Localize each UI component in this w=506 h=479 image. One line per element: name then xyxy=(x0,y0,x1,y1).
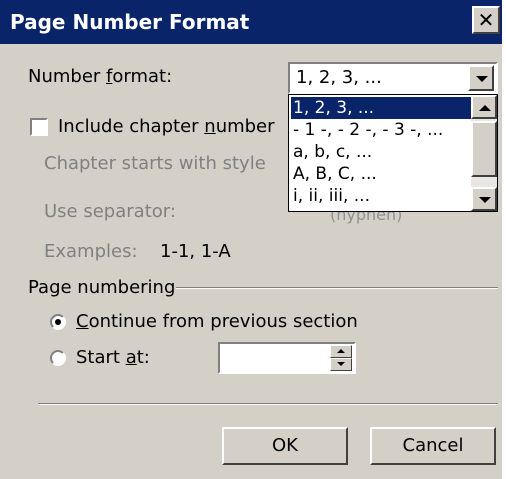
close-button[interactable]: ✕ xyxy=(472,6,500,34)
start-at-spinner[interactable] xyxy=(218,342,356,374)
chapter-style-label: Chapter starts with style xyxy=(44,153,266,174)
scroll-down-button[interactable] xyxy=(471,187,497,211)
close-icon: ✕ xyxy=(477,8,495,32)
page-numbering-group-label: Page numbering xyxy=(28,277,176,298)
radio-selected-dot xyxy=(55,319,61,325)
cancel-button[interactable]: Cancel xyxy=(370,427,496,465)
dropdown-button[interactable] xyxy=(468,65,494,91)
page-number-format-dialog: Page Number Format ✕ Number format: 1, 2… xyxy=(0,0,506,479)
scroll-thumb[interactable] xyxy=(471,121,497,177)
title-bar[interactable]: Page Number Format ✕ xyxy=(0,0,502,44)
number-format-list[interactable]: 1, 2, 3, ... - 1 -, - 2 -, - 3 -, ... a,… xyxy=(288,94,498,212)
chevron-up-icon xyxy=(479,105,491,111)
list-item[interactable]: A, B, C, ... xyxy=(291,163,471,185)
chevron-down-icon xyxy=(479,197,491,203)
examples-label: Examples: xyxy=(44,241,138,262)
list-item[interactable]: - 1 -, - 2 -, - 3 -, ... xyxy=(291,119,471,141)
include-chapter-label[interactable]: Include chapter number xyxy=(58,115,275,139)
list-scrollbar[interactable] xyxy=(471,95,497,211)
include-chapter-checkbox[interactable] xyxy=(30,118,48,136)
start-at-label[interactable]: Start at: xyxy=(76,346,150,370)
group-divider xyxy=(176,287,498,289)
chevron-down-icon xyxy=(337,362,345,366)
list-item[interactable]: a, b, c, ... xyxy=(291,141,471,163)
chevron-down-icon xyxy=(476,76,488,82)
list-item[interactable]: 1, 2, 3, ... xyxy=(291,97,471,119)
chevron-up-icon xyxy=(337,349,345,353)
number-format-label: Number format: xyxy=(28,66,173,87)
dialog-title: Page Number Format xyxy=(10,10,250,34)
footer-divider xyxy=(38,403,498,405)
continue-label[interactable]: Continue from previous section xyxy=(76,310,358,334)
spin-up-button[interactable] xyxy=(330,345,352,358)
separator-label: Use separator: xyxy=(44,201,176,222)
scroll-up-button[interactable] xyxy=(471,95,497,119)
examples-value: 1-1, 1-A xyxy=(160,241,231,262)
continue-radio[interactable] xyxy=(50,314,66,330)
spin-down-button[interactable] xyxy=(330,358,352,371)
number-format-value: 1, 2, 3, ... xyxy=(296,67,382,88)
list-item[interactable]: i, ii, iii, ... xyxy=(291,185,471,207)
start-at-radio[interactable] xyxy=(50,350,66,366)
ok-button[interactable]: OK xyxy=(222,427,348,465)
number-format-dropdown[interactable]: 1, 2, 3, ... xyxy=(288,62,498,94)
